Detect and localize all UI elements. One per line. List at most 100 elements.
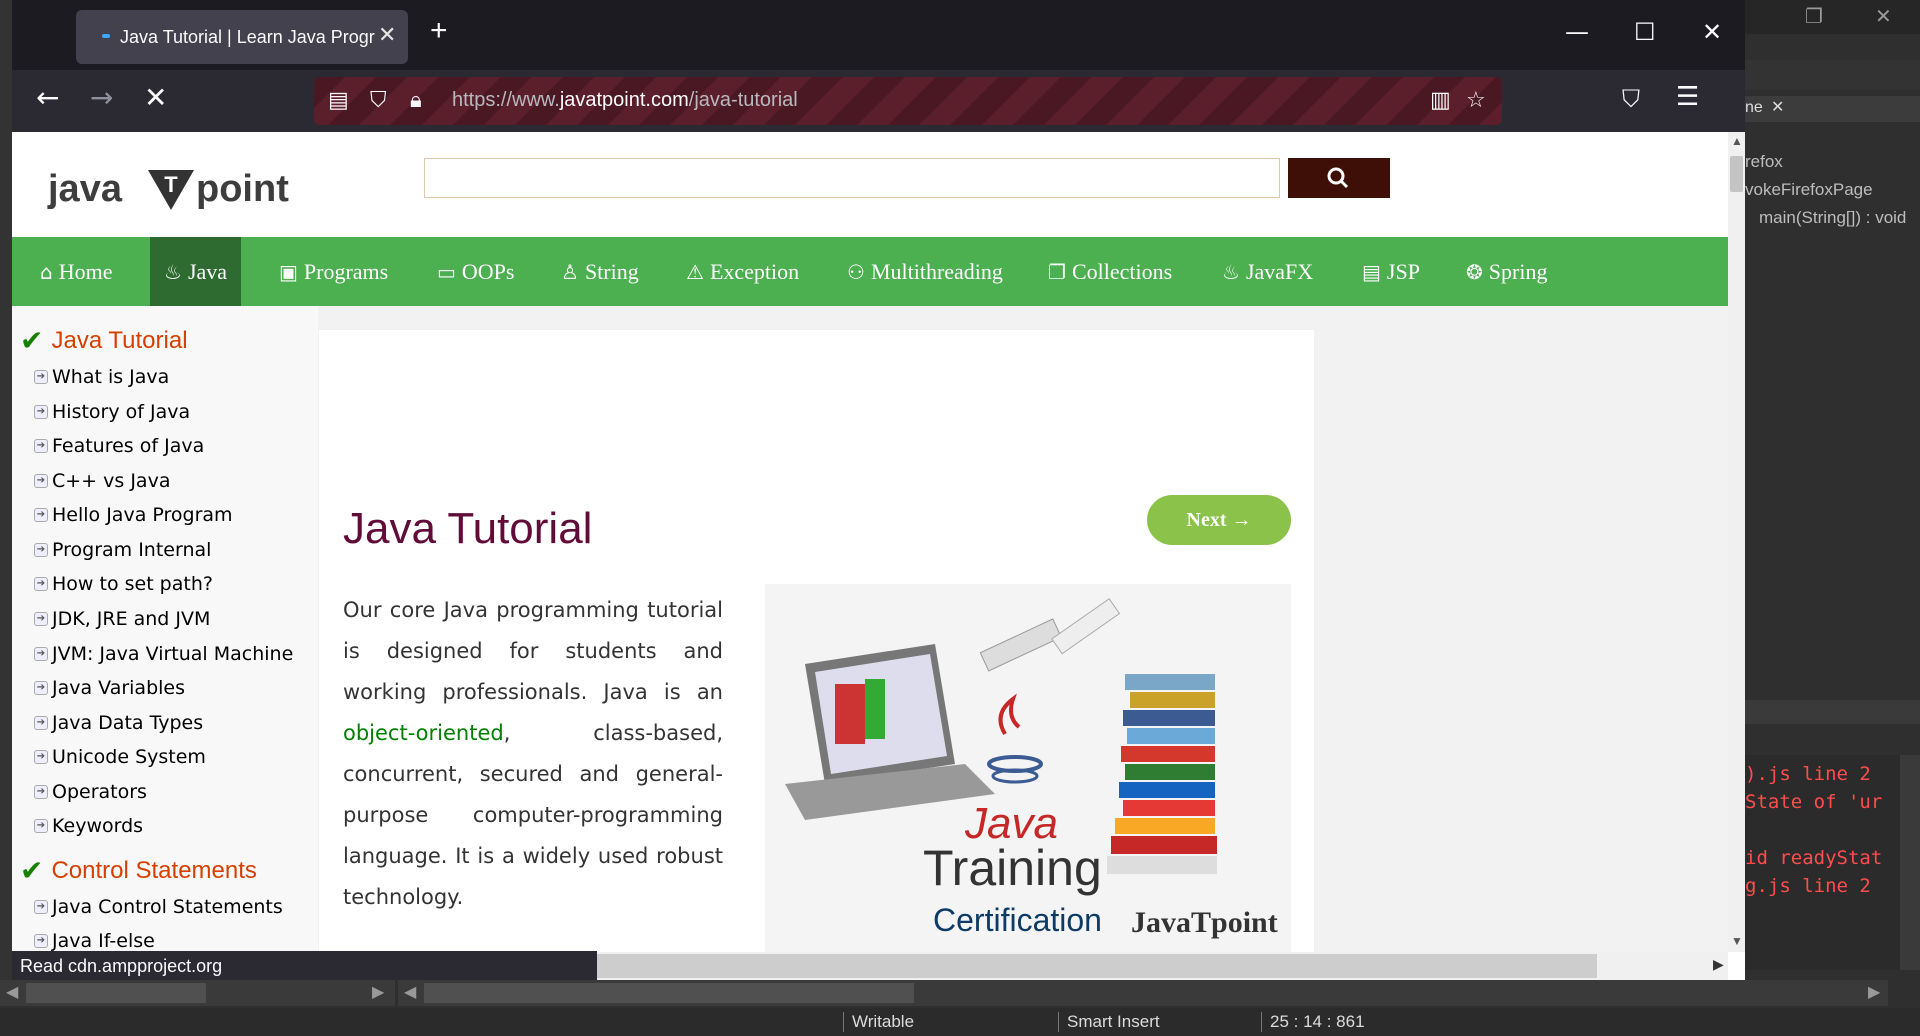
menu-multithreading[interactable]: ⚇ Multithreading <box>833 237 1017 306</box>
sidebar-item[interactable]: ➔ Operators <box>34 781 147 803</box>
permissions-icon[interactable]: ▤ <box>328 88 349 113</box>
sidebar-item[interactable]: ➔ C++ vs Java <box>34 470 170 492</box>
close-tab-icon[interactable]: ✕ <box>1771 97 1784 117</box>
editor-hscroll-left[interactable]: ◀ ▶ <box>0 980 395 1006</box>
outline-tab[interactable]: ne ✕ <box>1745 96 1920 122</box>
bookmark-star-icon[interactable]: ☆ <box>1466 88 1486 113</box>
menu-collections[interactable]: ❐ Collections <box>1034 237 1186 306</box>
sidebar-item[interactable]: ➔ Program Internal <box>34 539 211 561</box>
eclipse-bottom-bar: ◀ ▶ ◀ ▶ Writable Smart Insert 25 : 14 : … <box>0 980 1920 1036</box>
scroll-thumb[interactable] <box>1730 156 1743 192</box>
stop-icon[interactable]: ✕ <box>144 84 167 112</box>
scroll-thumb[interactable] <box>26 983 206 1003</box>
arrow-bullet-icon: ➔ <box>34 819 48 833</box>
shield-icon[interactable]: ⛉ <box>370 88 387 113</box>
menu-java[interactable]: ♨ Java <box>150 237 242 306</box>
back-icon[interactable]: ← <box>36 84 59 112</box>
scroll-right-icon[interactable]: ▶ <box>1868 982 1880 1002</box>
restore-icon[interactable]: ❐ <box>1805 4 1823 28</box>
article: Java Tutorial Next → Our core Java progr… <box>319 330 1314 952</box>
search-input[interactable] <box>424 158 1280 198</box>
sidebar-item[interactable]: ➔ Hello Java Program <box>34 504 233 526</box>
next-button[interactable]: Next → <box>1147 495 1291 545</box>
arrow-bullet-icon: ➔ <box>34 439 48 453</box>
loading-indicator-icon <box>102 34 110 38</box>
new-tab-button[interactable]: + <box>430 16 448 46</box>
status-bar: Writable Smart Insert 25 : 14 : 861 <box>0 1008 1920 1036</box>
sidebar-item[interactable]: ➔ What is Java <box>34 366 169 388</box>
outline-item[interactable]: main(String[]) : void <box>1759 208 1906 228</box>
java-cup-icon: ♨ <box>164 259 182 284</box>
sidebar-item[interactable]: ➔ History of Java <box>34 401 190 423</box>
sidebar-item[interactable]: ➔ Keywords <box>34 815 143 837</box>
sidebar-item[interactable]: ➔ Java If-else <box>34 930 155 952</box>
menu-string[interactable]: ♙ String <box>547 237 653 306</box>
menu-icon[interactable]: ☰ <box>1676 84 1699 110</box>
scroll-thumb[interactable] <box>597 954 1597 978</box>
menu-home[interactable]: ⌂ Home <box>26 237 126 306</box>
sidebar-item[interactable]: ➔ How to set path? <box>34 573 213 595</box>
sidebar-item[interactable]: ➔ Java Variables <box>34 677 185 699</box>
scroll-right-icon[interactable]: ▶ <box>372 982 384 1002</box>
arrow-bullet-icon: ➔ <box>34 785 48 799</box>
menu-oops[interactable]: ▭ OOPs <box>423 237 528 306</box>
page-vertical-scrollbar[interactable]: ▲ ▼ <box>1728 132 1745 952</box>
console-scrollbar[interactable] <box>1900 755 1920 970</box>
sidebar-heading[interactable]: ✔ Control Statements <box>20 854 257 887</box>
scroll-left-icon[interactable]: ◀ <box>404 982 416 1002</box>
checkmark-icon: ✔ <box>20 854 44 887</box>
firefox-window: Java Tutorial | Learn Java Progra ✕ + — … <box>12 0 1745 980</box>
threads-icon: ⚇ <box>847 259 865 284</box>
menu-jsp[interactable]: ▤ JSP <box>1348 237 1434 306</box>
logo-t-mark: T <box>148 170 194 210</box>
arrow-bullet-icon: ➔ <box>34 647 48 661</box>
object-oriented-link[interactable]: object-oriented <box>343 721 504 745</box>
sidebar-heading[interactable]: ✔ Java Tutorial <box>20 324 188 357</box>
arrow-bullet-icon: ➔ <box>34 405 48 419</box>
page-title: Java Tutorial <box>343 504 593 553</box>
sidebar-item[interactable]: ➔ Unicode System <box>34 746 206 768</box>
address-bar[interactable]: ▤ ⛉ 🔒︎ https://www.javatpoint.com/java-t… <box>314 77 1502 125</box>
page-horizontal-scrollbar[interactable]: ▶ <box>597 952 1728 980</box>
arrow-bullet-icon: ➔ <box>34 716 48 730</box>
java-training-banner[interactable]: Java Training Certification JavaTpoint <box>765 584 1291 952</box>
sidebar-item[interactable]: ➔ Java Data Types <box>34 712 203 734</box>
forward-icon[interactable]: → <box>90 84 113 112</box>
console-line: State of 'ur <box>1745 791 1883 813</box>
scroll-right-icon[interactable]: ▶ <box>1713 956 1724 973</box>
menu-exception[interactable]: ⚠ Exception <box>672 237 813 306</box>
maximize-icon[interactable]: ☐ <box>1634 18 1656 46</box>
svg-text:T: T <box>164 172 178 197</box>
sidebar-item[interactable]: ➔ JVM: Java Virtual Machine <box>34 643 293 665</box>
scroll-thumb[interactable] <box>424 983 914 1003</box>
sidebar-item[interactable]: ➔ Features of Java <box>34 435 204 457</box>
menu-javafx[interactable]: ♨ JavaFX <box>1208 237 1327 306</box>
close-window-icon[interactable]: ✕ <box>1702 18 1722 46</box>
eclipse-side-panel: ❐ ✕ ne ✕ refox vokeFirefoxPage main(Stri… <box>1745 0 1920 1036</box>
search-button[interactable] <box>1288 158 1390 198</box>
menu-programs[interactable]: ▣ Programs <box>265 237 402 306</box>
web-page: java T point ⌂ Home ♨ Java ▣ Programs ▭ OOPs <box>12 132 1728 952</box>
sidebar-item[interactable]: ➔ JDK, JRE and JVM <box>34 608 210 630</box>
close-tab-icon[interactable]: ✕ <box>378 22 396 48</box>
banner-training-text: Training <box>923 840 1102 896</box>
sidebar-item[interactable]: ➔ Java Control Statements <box>34 896 283 918</box>
close-icon[interactable]: ✕ <box>1875 4 1892 28</box>
outline-item[interactable]: vokeFirefoxPage <box>1745 180 1873 200</box>
pocket-icon[interactable]: ⛉ <box>1622 87 1640 111</box>
scroll-down-icon[interactable]: ▼ <box>1731 934 1743 948</box>
outline-item[interactable]: refox <box>1745 152 1783 172</box>
editor-hscroll-main[interactable]: ◀ ▶ <box>398 980 1888 1006</box>
menu-spring[interactable]: ❂ Spring <box>1452 237 1561 306</box>
reader-icon[interactable]: ▥ <box>1430 88 1451 113</box>
arrow-bullet-icon: ➔ <box>34 474 48 488</box>
site-logo[interactable]: java T point <box>48 152 308 222</box>
lock-icon[interactable]: 🔒︎ <box>410 88 422 113</box>
navigation-toolbar: ← → ✕ ▤ ⛉ 🔒︎ https://www.javatpoint.com/… <box>12 70 1745 132</box>
minimize-icon[interactable]: — <box>1565 18 1589 46</box>
active-tab[interactable]: Java Tutorial | Learn Java Progra ✕ <box>76 10 408 64</box>
url-text[interactable]: https://www.javatpoint.com/java-tutorial <box>452 89 798 112</box>
site-header: java T point <box>12 132 1728 237</box>
scroll-left-icon[interactable]: ◀ <box>6 982 18 1002</box>
scroll-up-icon[interactable]: ▲ <box>1731 134 1743 148</box>
